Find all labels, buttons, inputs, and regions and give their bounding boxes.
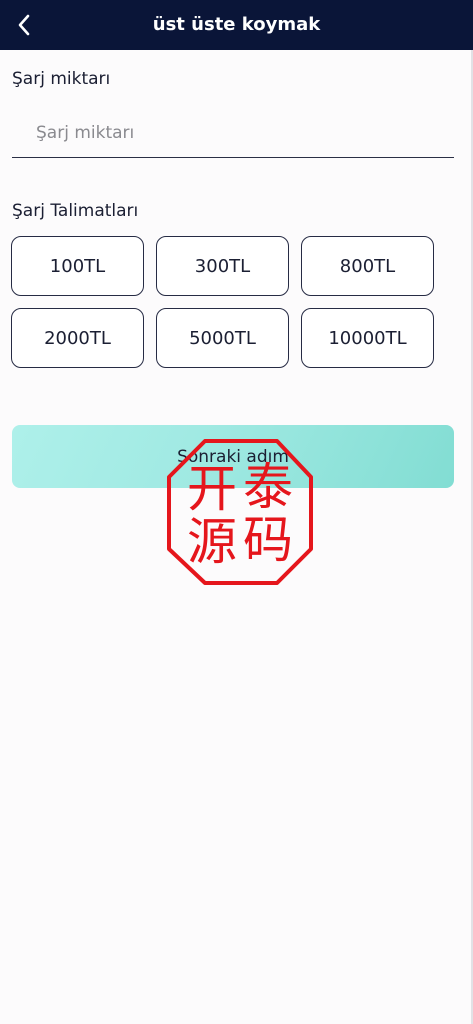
seal-char: 码 [243, 511, 293, 569]
seal-char: 泰 [243, 458, 293, 516]
amount-options: 100TL 300TL 800TL 2000TL 5000TL 10000TL [11, 236, 435, 368]
amount-option-5000[interactable]: 5000TL [156, 308, 289, 368]
seal-char: 开 [187, 460, 237, 518]
amount-option-2000[interactable]: 2000TL [11, 308, 144, 368]
app-header: üst üste koymak [0, 0, 473, 50]
amount-option-100[interactable]: 100TL [11, 236, 144, 296]
instructions-label: Şarj Talimatları [12, 201, 139, 221]
amount-option-10000[interactable]: 10000TL [301, 308, 434, 368]
page-title: üst üste koymak [152, 14, 321, 35]
watermark-seal: 开 泰 源 码 [165, 437, 315, 587]
amount-input[interactable] [12, 108, 454, 158]
amount-label: Şarj miktarı [12, 69, 111, 89]
seal-char: 源 [187, 513, 237, 571]
amount-option-800[interactable]: 800TL [301, 236, 434, 296]
amount-option-300[interactable]: 300TL [156, 236, 289, 296]
